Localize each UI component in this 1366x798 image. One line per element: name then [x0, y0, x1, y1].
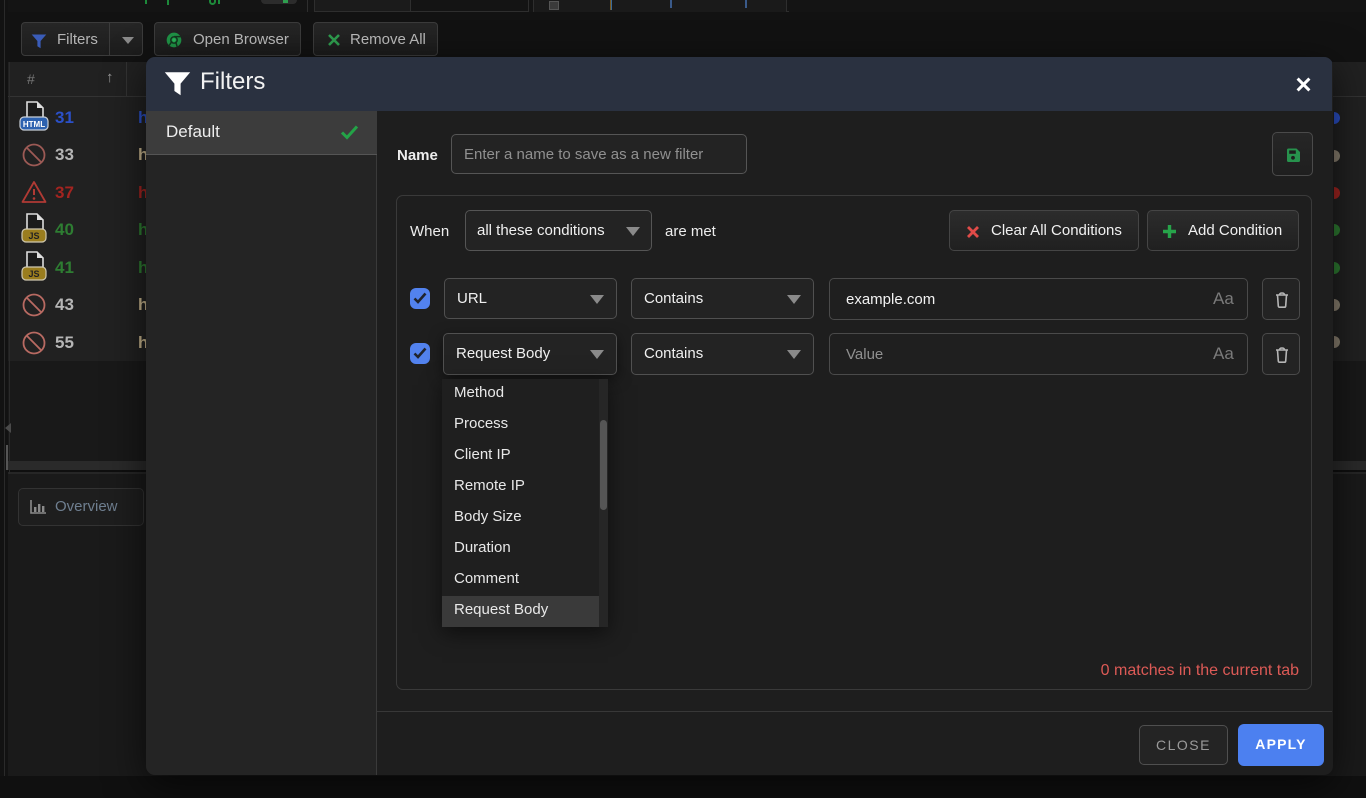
- svg-text:JS: JS: [28, 269, 39, 279]
- svg-text:JS: JS: [28, 231, 39, 241]
- svg-text:HTML: HTML: [23, 120, 45, 129]
